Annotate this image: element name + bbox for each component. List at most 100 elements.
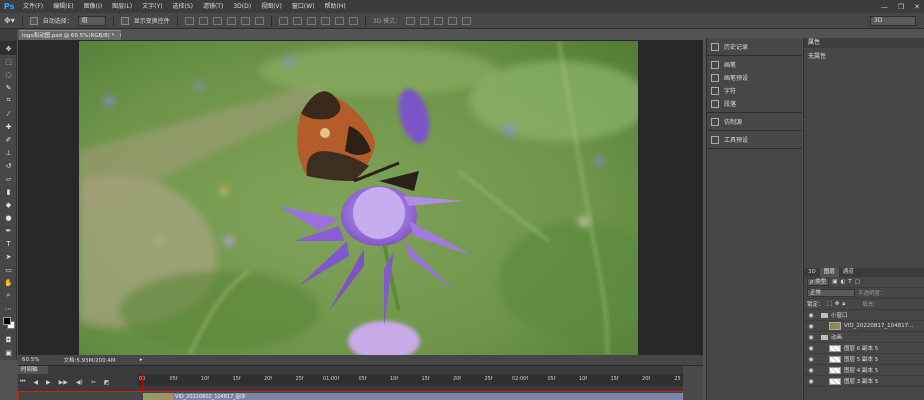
first-frame-icon[interactable]: ⏮: [20, 378, 25, 386]
color-swatches[interactable]: [0, 315, 17, 333]
align-middle-icon[interactable]: [198, 16, 208, 25]
previous-frame-icon[interactable]: ◀: [33, 379, 38, 386]
eyedropper-tool-icon[interactable]: ⁄: [0, 107, 17, 120]
dodge-tool-icon[interactable]: ●: [0, 211, 17, 224]
timeline-scrollbar[interactable]: [683, 366, 703, 400]
menu-item-10[interactable]: 帮助(H): [320, 0, 351, 13]
brush-tool-icon[interactable]: ✐: [0, 133, 17, 146]
distribute-bottom-icon[interactable]: [306, 16, 316, 25]
zoom-tool-icon[interactable]: ⌕: [0, 289, 17, 302]
layer-row[interactable]: ◉ 小窗口: [804, 310, 924, 321]
distribute-middle-icon[interactable]: [292, 16, 302, 25]
status-menu-icon[interactable]: ▸: [140, 357, 143, 363]
visibility-eye-icon[interactable]: ◉: [807, 334, 815, 341]
3d-roll-icon[interactable]: [420, 16, 430, 25]
eraser-tool-icon[interactable]: ▱: [0, 172, 17, 185]
zoom-level[interactable]: 60.5%: [22, 357, 39, 363]
timeline-ruler[interactable]: 0005f10f15f20f25f01:00f05f10f15f20f25f02…: [138, 374, 703, 386]
panel-button-paragraph[interactable]: 段落: [707, 97, 802, 110]
panel-button-tool-preset[interactable]: 工具预设: [707, 133, 802, 146]
align-top-icon[interactable]: [184, 16, 194, 25]
lasso-tool-icon[interactable]: ◌: [0, 68, 17, 81]
layer-row[interactable]: ◉ 图层 3 副本 5: [804, 376, 924, 387]
lock-position-icon[interactable]: ✥: [835, 301, 840, 307]
visibility-eye-icon[interactable]: ◉: [807, 345, 815, 352]
crop-tool-icon[interactable]: ⌗: [0, 94, 17, 107]
type-tool-icon[interactable]: T: [0, 237, 17, 250]
panel-button-character[interactable]: 字符: [707, 84, 802, 97]
align-right-icon[interactable]: [254, 16, 264, 25]
move-tool-icon[interactable]: ✥: [0, 42, 17, 55]
quick-mask-icon[interactable]: ◘: [0, 333, 17, 346]
layer-row[interactable]: ◉ 图层 5 副本 5: [804, 354, 924, 365]
menu-item-0[interactable]: 文件(F): [18, 0, 48, 13]
layers-tab-0[interactable]: 3D: [804, 268, 820, 277]
transition-icon[interactable]: ◩: [104, 379, 110, 386]
align-center-icon[interactable]: [240, 16, 250, 25]
layer-row[interactable]: ◉ 动画: [804, 332, 924, 343]
visibility-eye-icon[interactable]: ◉: [807, 367, 815, 374]
3d-rotate-icon[interactable]: [406, 16, 416, 25]
move-tool-icon[interactable]: ✥▾: [4, 16, 15, 25]
panel-button-history[interactable]: 历史记录: [707, 40, 802, 53]
layer-row[interactable]: ◉ VID_20220817_104817...: [804, 321, 924, 332]
path-select-tool-icon[interactable]: ➤: [0, 250, 17, 263]
menu-item-5[interactable]: 选择(S): [167, 0, 198, 13]
filter-pixel-icon[interactable]: ▣: [832, 279, 837, 285]
auto-select-dropdown[interactable]: 组: [77, 15, 106, 26]
align-left-icon[interactable]: [226, 16, 236, 25]
align-bottom-icon[interactable]: [212, 16, 222, 25]
canvas-area[interactable]: [18, 40, 703, 355]
distribute-right-icon[interactable]: [348, 16, 358, 25]
workspace-dropdown[interactable]: 3D: [870, 16, 916, 26]
layer-filter-dropdown[interactable]: ρ 类型: [807, 278, 830, 286]
menu-item-4[interactable]: 文字(Y): [137, 0, 167, 13]
menu-item-6[interactable]: 滤镜(T): [198, 0, 228, 13]
3d-pan-icon[interactable]: [434, 16, 444, 25]
healing-brush-tool-icon[interactable]: ✚: [0, 120, 17, 133]
document-canvas-image[interactable]: [79, 41, 638, 355]
layer-row[interactable]: ◉ 图层 6 副本 5: [804, 343, 924, 354]
menu-item-8[interactable]: 视图(V): [256, 0, 287, 13]
screen-mode-icon[interactable]: ▣: [0, 346, 17, 359]
filter-type-icon[interactable]: T: [848, 279, 851, 285]
layer-row[interactable]: ◉ 图层 4 副本 5: [804, 365, 924, 376]
properties-panel-title[interactable]: 属性: [804, 38, 924, 48]
visibility-eye-icon[interactable]: ◉: [807, 323, 815, 330]
menu-item-3[interactable]: 图层(L): [107, 0, 137, 13]
foreground-color-swatch[interactable]: [3, 317, 11, 325]
3d-scale-icon[interactable]: [462, 16, 472, 25]
visibility-eye-icon[interactable]: ◉: [807, 378, 815, 385]
clone-stamp-tool-icon[interactable]: ⊥: [0, 146, 17, 159]
3d-slide-icon[interactable]: [448, 16, 458, 25]
lock-pixels-icon[interactable]: ⬚: [827, 301, 832, 307]
play-icon[interactable]: ▶: [46, 379, 51, 386]
pen-tool-icon[interactable]: ✒: [0, 224, 17, 237]
video-track[interactable]: VID_20220802_104817_副本: [18, 391, 683, 400]
panel-button-brush-preset[interactable]: 画笔预设: [707, 71, 802, 84]
tools-collapse-strip[interactable]: [0, 29, 17, 42]
video-clip[interactable]: VID_20220802_104817_副本: [143, 393, 683, 400]
visibility-eye-icon[interactable]: ◉: [807, 356, 815, 363]
menu-item-2[interactable]: 图像(I): [79, 0, 107, 13]
timeline-tab[interactable]: 时间轴: [18, 366, 48, 374]
auto-select-checkbox[interactable]: [29, 16, 38, 25]
menu-item-9[interactable]: 窗口(W): [287, 0, 320, 13]
more-tools-icon[interactable]: ⋯: [0, 302, 17, 315]
restore-button[interactable]: ❐: [898, 3, 904, 11]
distribute-center-icon[interactable]: [334, 16, 344, 25]
split-icon[interactable]: ✂: [91, 379, 96, 386]
history-brush-tool-icon[interactable]: ↺: [0, 159, 17, 172]
visibility-eye-icon[interactable]: ◉: [807, 312, 815, 319]
close-window-button[interactable]: ✕: [914, 3, 920, 11]
audio-icon[interactable]: ◀): [76, 379, 83, 386]
show-transform-checkbox[interactable]: [120, 16, 129, 25]
shape-tool-icon[interactable]: ▭: [0, 263, 17, 276]
layers-tab-1[interactable]: 图层: [819, 268, 839, 277]
gradient-tool-icon[interactable]: ▮: [0, 185, 17, 198]
document-tab[interactable]: logo和动图.psd @ 60.5%(RGB/8) * ×: [19, 30, 121, 40]
layers-tab-2[interactable]: 通道: [839, 268, 858, 277]
panel-button-clone-source[interactable]: 仿制源: [707, 115, 802, 128]
minimize-button[interactable]: —: [881, 3, 888, 11]
distribute-top-icon[interactable]: [278, 16, 288, 25]
